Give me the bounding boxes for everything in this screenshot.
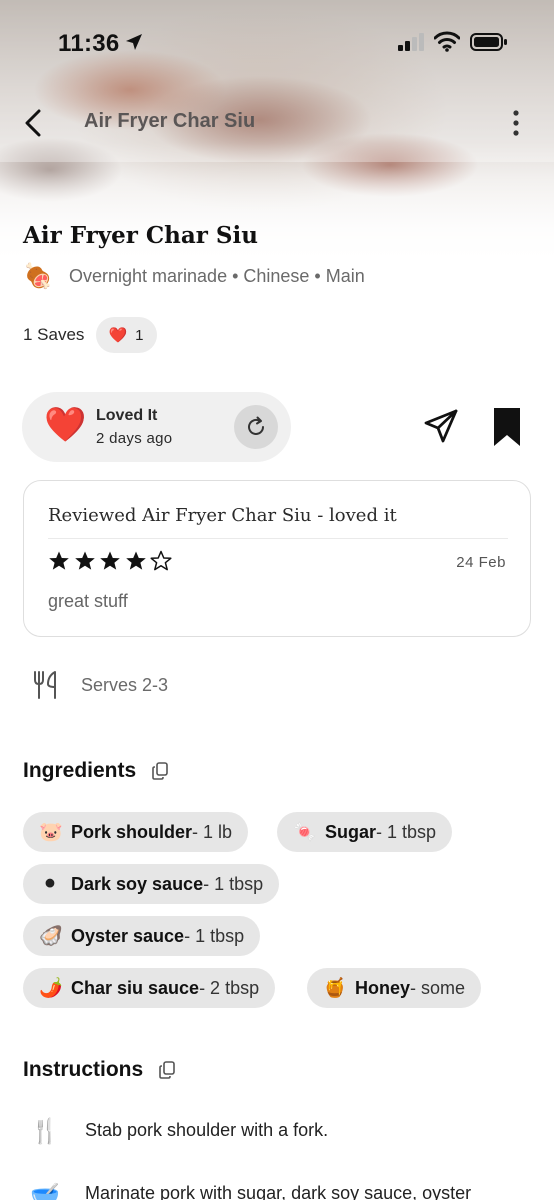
cook-again-button[interactable]	[234, 405, 278, 449]
ingredient-chip[interactable]: ⚫ Dark soy sauce - 1 tbsp	[23, 864, 280, 904]
loved-time: 2 days ago	[96, 430, 173, 447]
ingredient-chip[interactable]: 🍬 Sugar - 1 tbsp	[277, 812, 453, 852]
review-body: great stuff	[48, 591, 128, 611]
honey-pot-icon: 🍯	[323, 978, 347, 999]
star-filled-icon	[49, 551, 69, 570]
location-arrow-icon	[126, 34, 142, 50]
serves-row: Serves 2-3	[33, 670, 168, 700]
oyster-icon: 🦪	[39, 926, 63, 947]
review-title: Reviewed Air Fryer Char Siu - loved it	[48, 505, 397, 526]
reaction-chip[interactable]: ❤️ 1	[96, 317, 158, 353]
reaction-count: 1	[135, 326, 144, 344]
heart-icon: ❤️	[108, 327, 128, 344]
star-empty-icon	[150, 550, 172, 571]
ingredient-qty: - 1 tbsp	[376, 821, 437, 842]
instructions-title: Instructions	[23, 1058, 144, 1081]
copy-icon[interactable]	[152, 762, 168, 780]
ingredient-name: Honey	[355, 977, 411, 998]
chili-pepper-icon: 🌶️	[39, 978, 63, 999]
ingredients-title: Ingredients	[23, 759, 137, 782]
heart-icon: ❤️	[44, 406, 87, 444]
ingredient-chip[interactable]: 🦪 Oyster sauce - 1 tbsp	[23, 916, 261, 956]
ingredient-qty: - 1 tbsp	[184, 925, 245, 946]
chevron-left-icon	[25, 109, 41, 137]
ingredient-qty: - 2 tbsp	[199, 977, 260, 998]
instruction-step: 🥣 Marinate pork with sugar, dark soy sau…	[23, 1180, 525, 1200]
recipe-meta: 🍖 Overnight marinade • Chinese • Main	[23, 262, 365, 291]
ingredient-name: Char siu sauce	[71, 977, 200, 998]
bowl-icon: 🥣	[30, 1181, 60, 1200]
divider	[48, 538, 508, 539]
saves-row: 1 Saves ❤️ 1	[23, 317, 158, 353]
status-bar: 11:36	[0, 0, 554, 84]
ingredient-name: Sugar	[325, 821, 377, 842]
star-rating	[48, 550, 176, 572]
battery-icon	[470, 33, 507, 51]
ingredient-name: Oyster sauce	[71, 925, 185, 946]
candy-icon: 🍬	[293, 822, 317, 843]
ingredient-qty: - some	[410, 977, 466, 998]
step-text: Stab pork shoulder with a fork.	[85, 1120, 329, 1140]
recipe-meta-text: Overnight marinade • Chinese • Main	[69, 266, 365, 286]
utensils-icon	[34, 671, 56, 699]
ingredient-name: Dark soy sauce	[71, 873, 204, 894]
meat-icon: 🍖	[23, 263, 53, 290]
review-date: 24 Feb	[456, 554, 506, 571]
copy-icon[interactable]	[159, 1061, 175, 1079]
instructions-heading: Instructions	[23, 1058, 175, 1082]
cellular-signal-icon	[398, 33, 424, 51]
refresh-icon	[248, 416, 264, 435]
pig-icon: 🐷	[39, 822, 63, 843]
more-vertical-icon	[513, 110, 519, 136]
serves-text: Serves 2-3	[81, 674, 169, 695]
bookmark-icon[interactable]	[490, 406, 524, 448]
star-filled-icon	[100, 551, 120, 570]
black-circle-icon: ⚫	[42, 873, 58, 895]
instruction-step: 🍴 Stab pork shoulder with a fork.	[23, 1117, 525, 1146]
more-options-button[interactable]	[502, 104, 530, 142]
ingredient-qty: - 1 tbsp	[203, 873, 264, 894]
loved-title: Loved It	[96, 407, 158, 424]
recipe-title: Air Fryer Char Siu	[23, 222, 258, 249]
ingredient-qty: - 1 lb	[192, 821, 233, 842]
review-card[interactable]: Reviewed Air Fryer Char Siu - loved it 2…	[23, 480, 531, 637]
send-icon[interactable]	[422, 407, 460, 445]
nav-title: Air Fryer Char Siu	[84, 110, 256, 132]
step-text: Marinate pork with sugar, dark soy sauce…	[85, 1183, 472, 1200]
star-filled-icon	[74, 551, 95, 570]
saves-count[interactable]: 1 Saves	[23, 325, 84, 345]
loved-it-card[interactable]: ❤️ Loved It 2 days ago	[22, 392, 291, 462]
star-filled-icon	[125, 551, 146, 570]
ingredient-chip[interactable]: 🍯 Honey - some	[307, 968, 482, 1008]
status-time: 11:36	[58, 30, 120, 57]
ingredient-chip[interactable]: 🌶️ Char siu sauce - 2 tbsp	[23, 968, 276, 1008]
wifi-icon	[434, 31, 460, 52]
ingredients-heading: Ingredients	[23, 759, 168, 783]
fork-knife-icon: 🍴	[30, 1118, 60, 1145]
ingredient-name: Pork shoulder	[71, 821, 193, 842]
ingredient-chip[interactable]: 🐷 Pork shoulder - 1 lb	[23, 812, 249, 852]
back-button[interactable]	[16, 104, 50, 142]
